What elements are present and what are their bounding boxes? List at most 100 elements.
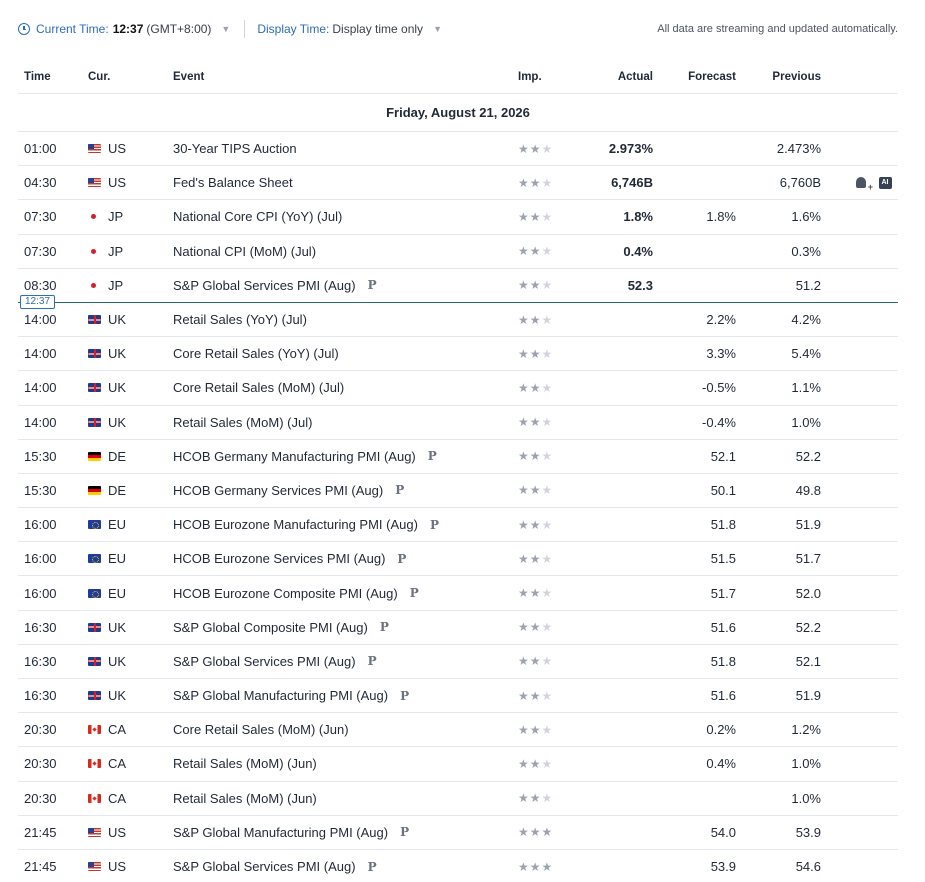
- event-name-link[interactable]: S&P Global Composite PMI (Aug): [173, 620, 368, 635]
- table-row[interactable]: 08:30 JP S&P Global Services PMI (Aug) P ★★★…: [18, 269, 898, 303]
- event-name-link[interactable]: HCOB Germany Manufacturing PMI (Aug): [173, 449, 416, 464]
- table-row[interactable]: 14:00 UK Core Retail Sales (YoY) (Jul) ★★★ 3…: [18, 337, 898, 372]
- table-row[interactable]: 16:00 EU HCOB Eurozone Manufacturing PMI (…: [18, 508, 898, 543]
- current-time-badge: 12:37: [20, 294, 56, 309]
- event-name-cell: S&P Global Services PMI (Aug) P: [167, 278, 512, 293]
- table-row[interactable]: 20:30 CA Retail Sales (MoM) (Jun) ★★★ 0.4% 1.…: [18, 747, 898, 782]
- table-row[interactable]: 16:30 UK S&P Global Composite PMI (Aug) P ★★…: [18, 611, 898, 645]
- table-row[interactable]: 14:00 UK Retail Sales (YoY) (Jul) ★★★ 2.2% 4.…: [18, 303, 898, 338]
- event-name-link[interactable]: Retail Sales (MoM) (Jun): [173, 756, 317, 771]
- forecast-value: -0.4%: [702, 414, 736, 430]
- event-name-link[interactable]: HCOB Germany Services PMI (Aug): [173, 483, 383, 498]
- event-name-link[interactable]: S&P Global Services PMI (Aug): [173, 654, 356, 669]
- event-name-cell: National CPI (MoM) (Jul): [167, 244, 512, 259]
- importance-stars: ★★★: [512, 654, 572, 668]
- event-name-cell: HCOB Germany Services PMI (Aug) P: [167, 483, 512, 498]
- chevron-down-icon[interactable]: ▼: [433, 24, 442, 34]
- preliminary-badge: P: [397, 551, 407, 566]
- star-icon: ★: [518, 346, 530, 361]
- previous-value: 52.1: [795, 653, 821, 669]
- event-name-link[interactable]: HCOB Eurozone Manufacturing PMI (Aug): [173, 517, 418, 532]
- event-name-link[interactable]: S&P Global Manufacturing PMI (Aug): [173, 825, 388, 840]
- uk-flag-icon: [88, 622, 101, 632]
- currency-code: US: [108, 141, 127, 157]
- star-icon: ★: [518, 825, 530, 840]
- previous-value: 52.2: [795, 619, 821, 635]
- event-name-cell: HCOB Germany Manufacturing PMI (Aug) P: [167, 449, 512, 464]
- event-name-link[interactable]: S&P Global Services PMI (Aug): [173, 278, 356, 293]
- event-name-cell: Retail Sales (MoM) (Jul): [167, 415, 512, 430]
- currency-code: UK: [108, 312, 127, 328]
- event-name-link[interactable]: Core Retail Sales (YoY) (Jul): [173, 346, 339, 361]
- chevron-down-icon[interactable]: ▼: [221, 24, 230, 34]
- star-icon: ★: [529, 688, 542, 703]
- ai-insight-icon[interactable]: AI: [878, 176, 892, 190]
- importance-stars: ★★★: [512, 415, 572, 429]
- event-currency: UK: [82, 346, 167, 361]
- star-icon: ★: [529, 380, 542, 395]
- event-name-link[interactable]: HCOB Eurozone Services PMI (Aug): [173, 551, 385, 566]
- us-flag-icon: [88, 178, 101, 188]
- previous-value: 1.1%: [791, 380, 821, 396]
- currency-code: US: [108, 824, 127, 840]
- forecast-value: 2.2%: [706, 312, 736, 328]
- event-name-link[interactable]: Retail Sales (MoM) (Jun): [173, 791, 317, 806]
- table-row[interactable]: 16:30 UK S&P Global Manufacturing PMI (Aug…: [18, 679, 898, 714]
- event-currency: UK: [82, 688, 167, 703]
- table-row[interactable]: 01:00 US 30-Year TIPS Auction ★★★ 2.973% 2.47…: [18, 132, 898, 167]
- star-icon: ★: [529, 449, 542, 464]
- event-time: 21:45: [24, 859, 57, 875]
- event-name-link[interactable]: S&P Global Manufacturing PMI (Aug): [173, 688, 388, 703]
- table-row[interactable]: 07:30 JP National CPI (MoM) (Jul) ★★★ 0.4% 0.…: [18, 235, 898, 269]
- clock-icon: [18, 23, 30, 35]
- table-row[interactable]: 20:30 CA Retail Sales (MoM) (Jun) ★★★ 1.0%: [18, 782, 898, 816]
- table-row[interactable]: 04:30 US Fed's Balance Sheet ★★★ 6,746B 6,760…: [18, 166, 898, 201]
- event-currency: JP: [82, 244, 167, 259]
- forecast-value: 54.0: [710, 824, 736, 840]
- forecast-value: 3.3%: [706, 346, 736, 362]
- current-time-marker: 12:37: [18, 294, 898, 309]
- event-name-cell: Core Retail Sales (MoM) (Jun): [167, 722, 512, 737]
- importance-stars: ★★★: [512, 176, 572, 190]
- previous-value: 54.6: [795, 859, 821, 875]
- event-name-link[interactable]: Retail Sales (MoM) (Jul): [173, 415, 312, 430]
- event-name-link[interactable]: Retail Sales (YoY) (Jul): [173, 312, 307, 327]
- add-alert-bell-icon[interactable]: [854, 176, 873, 192]
- table-row[interactable]: 21:45 US S&P Global Services PMI (Aug) P ★★★…: [18, 850, 898, 882]
- star-icon: ★: [541, 175, 554, 190]
- star-icon: ★: [529, 175, 542, 190]
- event-name-link[interactable]: National Core CPI (YoY) (Jul): [173, 209, 342, 224]
- event-name-link[interactable]: S&P Global Services PMI (Aug): [173, 859, 356, 874]
- event-name-link[interactable]: 30-Year TIPS Auction: [173, 141, 297, 156]
- event-time: 20:30: [24, 722, 57, 738]
- table-row[interactable]: 15:30 DE HCOB Germany Services PMI (Aug) P ★…: [18, 474, 898, 509]
- star-icon: ★: [518, 415, 530, 430]
- timezone-label[interactable]: (GMT+8:00): [146, 22, 211, 36]
- de-flag-icon: [88, 485, 101, 495]
- table-row[interactable]: 16:00 EU HCOB Eurozone Services PMI (Aug) P…: [18, 542, 898, 577]
- table-row[interactable]: 16:30 UK S&P Global Services PMI (Aug) P ★★★…: [18, 645, 898, 679]
- star-icon: ★: [518, 141, 530, 156]
- table-row[interactable]: 07:30 JP National Core CPI (YoY) (Jul) ★★★ 1…: [18, 200, 898, 235]
- star-icon: ★: [529, 278, 542, 293]
- table-row[interactable]: 21:45 US S&P Global Manufacturing PMI (Aug…: [18, 816, 898, 850]
- event-name-link[interactable]: National CPI (MoM) (Jul): [173, 244, 316, 259]
- column-header-forecast: Forecast: [688, 70, 736, 83]
- star-icon: ★: [529, 346, 542, 361]
- event-name-cell: Retail Sales (YoY) (Jul): [167, 312, 512, 327]
- event-name-link[interactable]: Fed's Balance Sheet: [173, 175, 293, 190]
- event-name-link[interactable]: Core Retail Sales (MoM) (Jun): [173, 722, 349, 737]
- event-name-link[interactable]: HCOB Eurozone Composite PMI (Aug): [173, 586, 398, 601]
- display-time-select[interactable]: Display time only: [332, 22, 423, 36]
- table-row[interactable]: 14:00 UK Core Retail Sales (MoM) (Jul) ★★★ -…: [18, 371, 898, 406]
- event-currency: US: [82, 141, 167, 156]
- table-row[interactable]: 15:30 DE HCOB Germany Manufacturing PMI (A…: [18, 440, 898, 474]
- star-icon: ★: [541, 688, 554, 703]
- forecast-value: 51.6: [710, 688, 736, 704]
- currency-code: JP: [108, 243, 124, 259]
- table-row[interactable]: 14:00 UK Retail Sales (MoM) (Jul) ★★★ -0.4% 1…: [18, 406, 898, 440]
- event-currency: UK: [82, 654, 167, 669]
- table-row[interactable]: 16:00 EU HCOB Eurozone Composite PMI (Aug)…: [18, 576, 898, 611]
- table-row[interactable]: 20:30 CA Core Retail Sales (MoM) (Jun) ★★★ 0…: [18, 713, 898, 748]
- event-name-link[interactable]: Core Retail Sales (MoM) (Jul): [173, 380, 344, 395]
